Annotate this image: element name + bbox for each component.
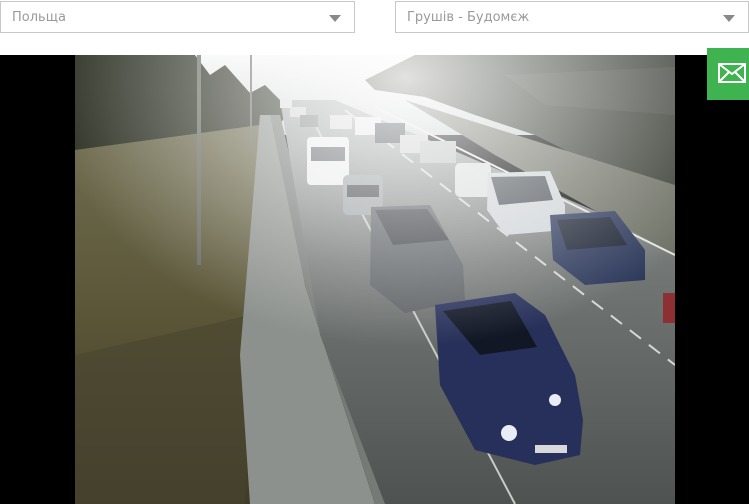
country-select[interactable]: Польща: [0, 1, 355, 33]
camera-video-player[interactable]: [0, 55, 749, 504]
chevron-down-icon: [723, 15, 735, 22]
camera-frame-image: [75, 55, 675, 504]
envelope-icon: [718, 63, 746, 83]
contact-button[interactable]: [707, 48, 749, 100]
country-select-value: Польща: [12, 10, 66, 25]
crossing-select-value: Грушів - Будомєж: [407, 10, 530, 25]
crossing-select[interactable]: Грушів - Будомєж: [395, 1, 749, 33]
border-camera-page: Польща Грушів - Будомєж: [0, 0, 749, 504]
chevron-down-icon: [329, 15, 341, 22]
